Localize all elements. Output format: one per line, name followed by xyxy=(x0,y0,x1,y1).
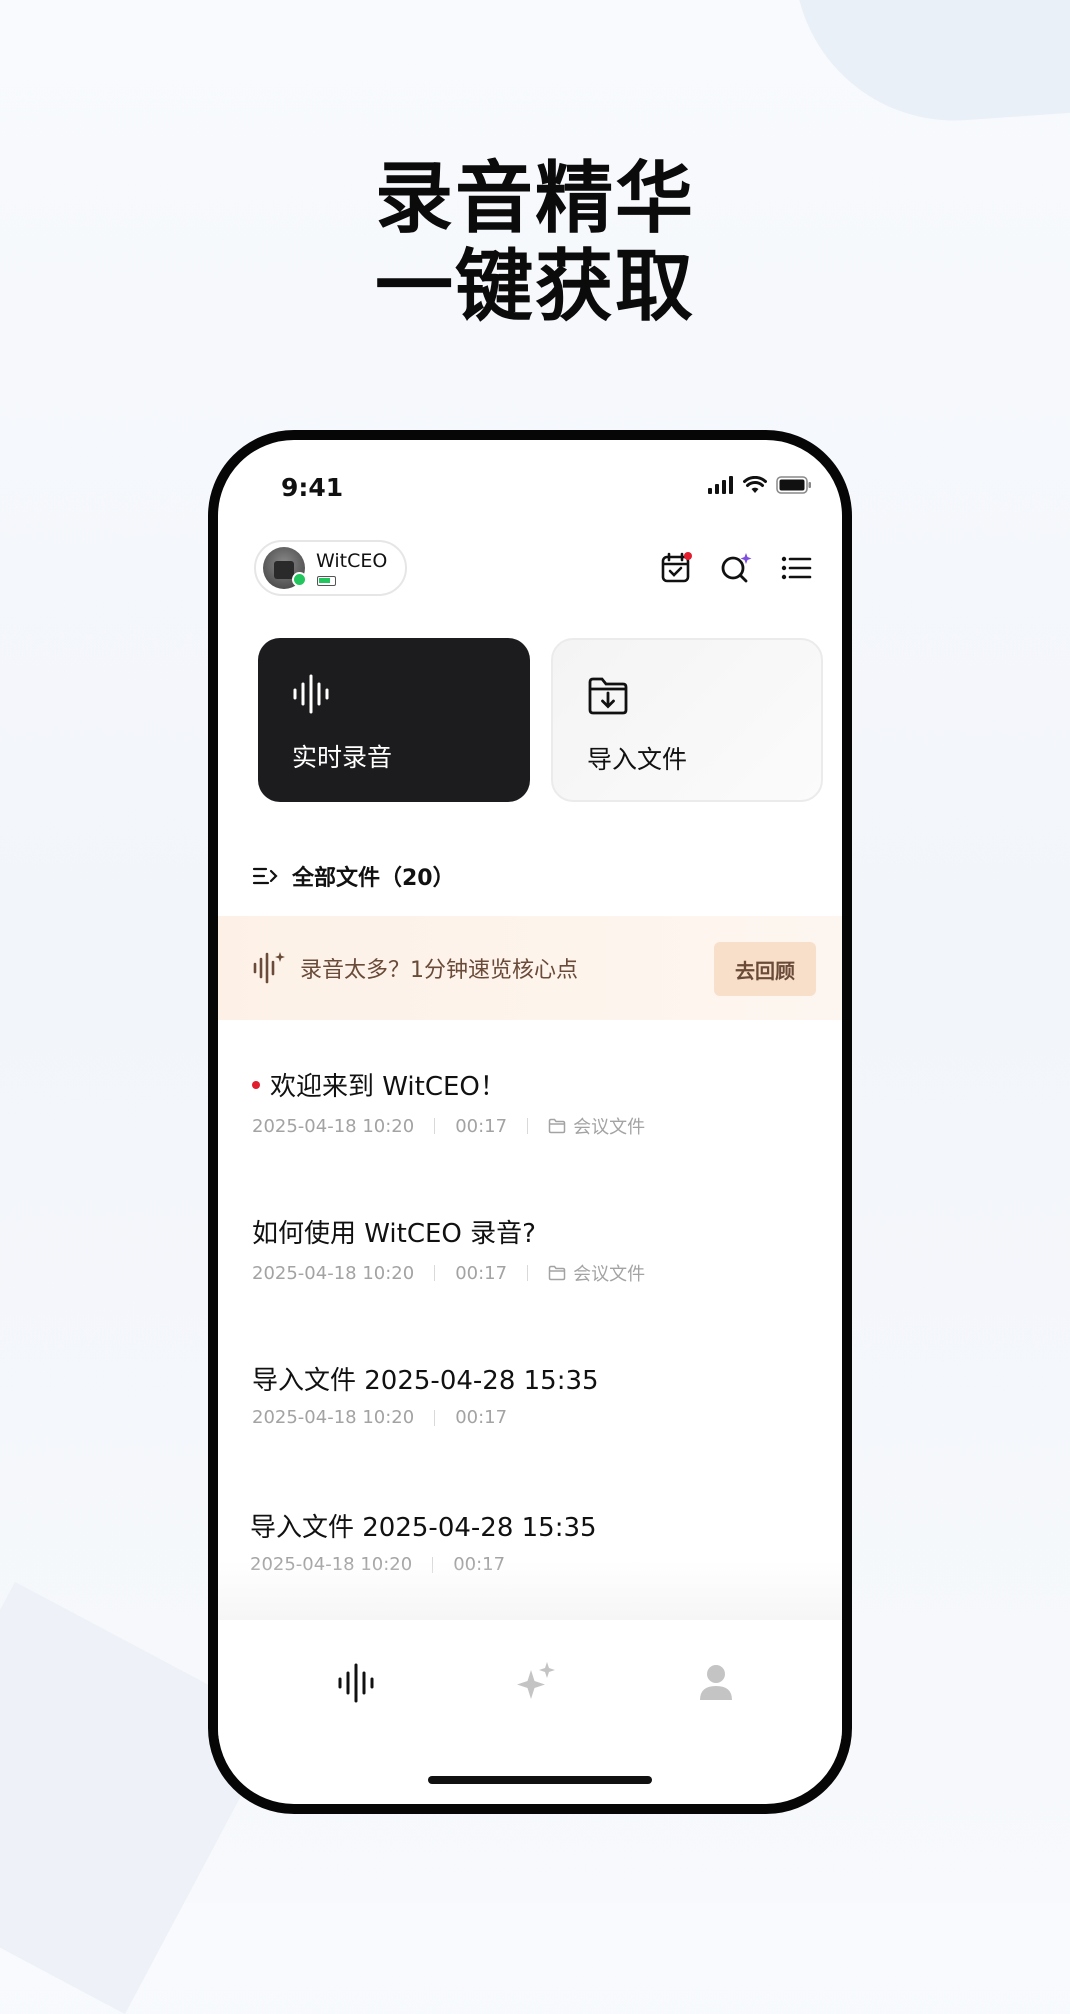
file-title: 导入文件 2025-04-28 15:35 xyxy=(252,1366,599,1396)
device-selector[interactable]: WitCEO xyxy=(254,540,407,596)
list-item[interactable]: 导入文件 2025-04-28 15:35 2025-04-18 10:20 0… xyxy=(248,1360,812,1470)
list-fade xyxy=(218,1560,842,1620)
divider xyxy=(434,1265,436,1281)
sort-icon xyxy=(252,867,278,885)
divider xyxy=(527,1265,529,1281)
folder-icon xyxy=(548,1118,566,1134)
ai-search-icon[interactable] xyxy=(718,550,754,586)
person-icon xyxy=(700,1665,732,1700)
folder-icon xyxy=(548,1265,566,1281)
all-files-label: 全部文件（20） xyxy=(292,866,455,891)
tab-profile[interactable] xyxy=(691,1658,741,1708)
signal-icon xyxy=(708,476,733,494)
folder-download-icon xyxy=(588,677,628,715)
import-file-label: 导入文件 xyxy=(587,745,688,774)
tab-recordings[interactable] xyxy=(331,1658,381,1708)
list-item[interactable]: 欢迎来到 WitCEO！ 2025-04-18 10:20 00:17 会议文件 xyxy=(248,1066,812,1176)
file-duration: 00:17 xyxy=(455,1262,508,1284)
battery-icon xyxy=(776,476,811,494)
file-folder: 会议文件 xyxy=(548,1113,645,1139)
file-title: 如何使用 WitCEO 录音? xyxy=(252,1219,536,1249)
file-title: 导入文件 2025-04-28 15:35 xyxy=(250,1513,597,1543)
waveform-icon xyxy=(338,1663,374,1703)
ai-waveform-icon xyxy=(253,952,285,984)
sparkle-icon xyxy=(517,1662,555,1699)
phone-frame: 9:41 WitCEO 实时录音 导入文件 全部文件（20） 录音太多？1分钟速… xyxy=(208,430,852,1814)
banner-text: 录音太多？1分钟速览核心点 xyxy=(300,958,578,983)
file-folder: 会议文件 xyxy=(548,1260,645,1286)
realtime-record-label: 实时录音 xyxy=(292,743,393,772)
status-time: 9:41 xyxy=(281,473,344,502)
divider xyxy=(527,1118,529,1134)
status-icons xyxy=(708,476,812,494)
wifi-icon xyxy=(743,476,767,493)
all-files-filter[interactable]: 全部文件（20） xyxy=(252,860,455,892)
device-battery-icon xyxy=(317,576,336,586)
import-file-button[interactable]: 导入文件 xyxy=(551,638,823,802)
headline: 录音精华 一键获取 xyxy=(0,155,1070,331)
header-actions xyxy=(658,550,814,586)
file-title: 欢迎来到 WitCEO！ xyxy=(252,1066,506,1103)
file-meta: 2025-04-18 10:20 00:17 会议文件 xyxy=(252,1113,645,1139)
headline-line-2: 一键获取 xyxy=(374,242,695,332)
file-date: 2025-04-18 10:20 xyxy=(252,1407,415,1428)
review-banner: 录音太多？1分钟速览核心点 去回顾 xyxy=(218,916,842,1020)
review-button[interactable]: 去回顾 xyxy=(714,942,816,996)
tab-bar xyxy=(218,1620,842,1740)
divider xyxy=(434,1409,436,1426)
calendar-check-icon[interactable] xyxy=(658,550,694,586)
waveform-icon xyxy=(293,674,329,714)
tab-ai[interactable] xyxy=(511,1658,561,1708)
device-online-dot xyxy=(292,572,307,587)
headline-line-1: 录音精华 xyxy=(374,154,695,244)
file-duration: 00:17 xyxy=(455,1407,508,1428)
list-item[interactable]: 如何使用 WitCEO 录音? 2025-04-18 10:20 00:17 会… xyxy=(248,1213,812,1323)
file-date: 2025-04-18 10:20 xyxy=(252,1115,415,1137)
background-shape xyxy=(794,0,1070,132)
device-name: WitCEO xyxy=(316,550,388,572)
file-date: 2025-04-18 10:20 xyxy=(252,1262,415,1284)
menu-list-icon[interactable] xyxy=(778,550,814,586)
home-indicator[interactable] xyxy=(428,1776,652,1784)
file-meta: 2025-04-18 10:20 00:17 会议文件 xyxy=(252,1260,645,1286)
device-avatar xyxy=(263,547,307,589)
unread-dot xyxy=(252,1080,260,1089)
divider xyxy=(434,1118,436,1134)
file-duration: 00:17 xyxy=(455,1115,508,1137)
realtime-record-button[interactable]: 实时录音 xyxy=(258,638,530,802)
file-meta: 2025-04-18 10:20 00:17 xyxy=(252,1407,507,1428)
